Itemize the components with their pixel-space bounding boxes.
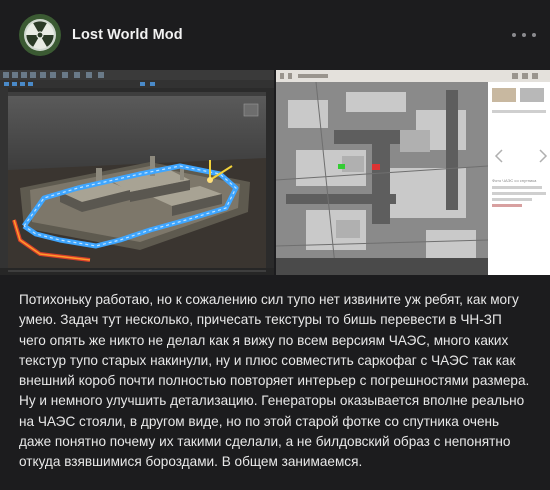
channel-post: Lost World Mod Фото ЧАЭС со спутника Пот… <box>0 0 550 490</box>
satellite-caption: Фото ЧАЭС со спутника <box>492 178 537 183</box>
radiation-icon <box>19 14 61 56</box>
photo-gallery: Фото ЧАЭС со спутника <box>0 70 550 275</box>
editor-screenshot-graphic <box>0 70 274 275</box>
photo-3d-editor[interactable] <box>0 70 274 275</box>
more-options-button[interactable] <box>512 25 536 45</box>
more-dot <box>532 33 536 37</box>
more-dot <box>512 33 516 37</box>
post-text: Потихоньку работаю, но к сожалению сил т… <box>19 290 531 473</box>
satellite-screenshot-graphic: Фото ЧАЭС со спутника <box>276 70 550 275</box>
avatar[interactable] <box>19 14 61 56</box>
post-header: Lost World Mod <box>0 0 550 70</box>
more-dot <box>522 33 526 37</box>
photo-satellite[interactable]: Фото ЧАЭС со спутника <box>276 70 550 275</box>
channel-name[interactable]: Lost World Mod <box>72 27 183 43</box>
post-text-paragraph: Потихоньку работаю, но к сожалению сил т… <box>19 292 530 470</box>
